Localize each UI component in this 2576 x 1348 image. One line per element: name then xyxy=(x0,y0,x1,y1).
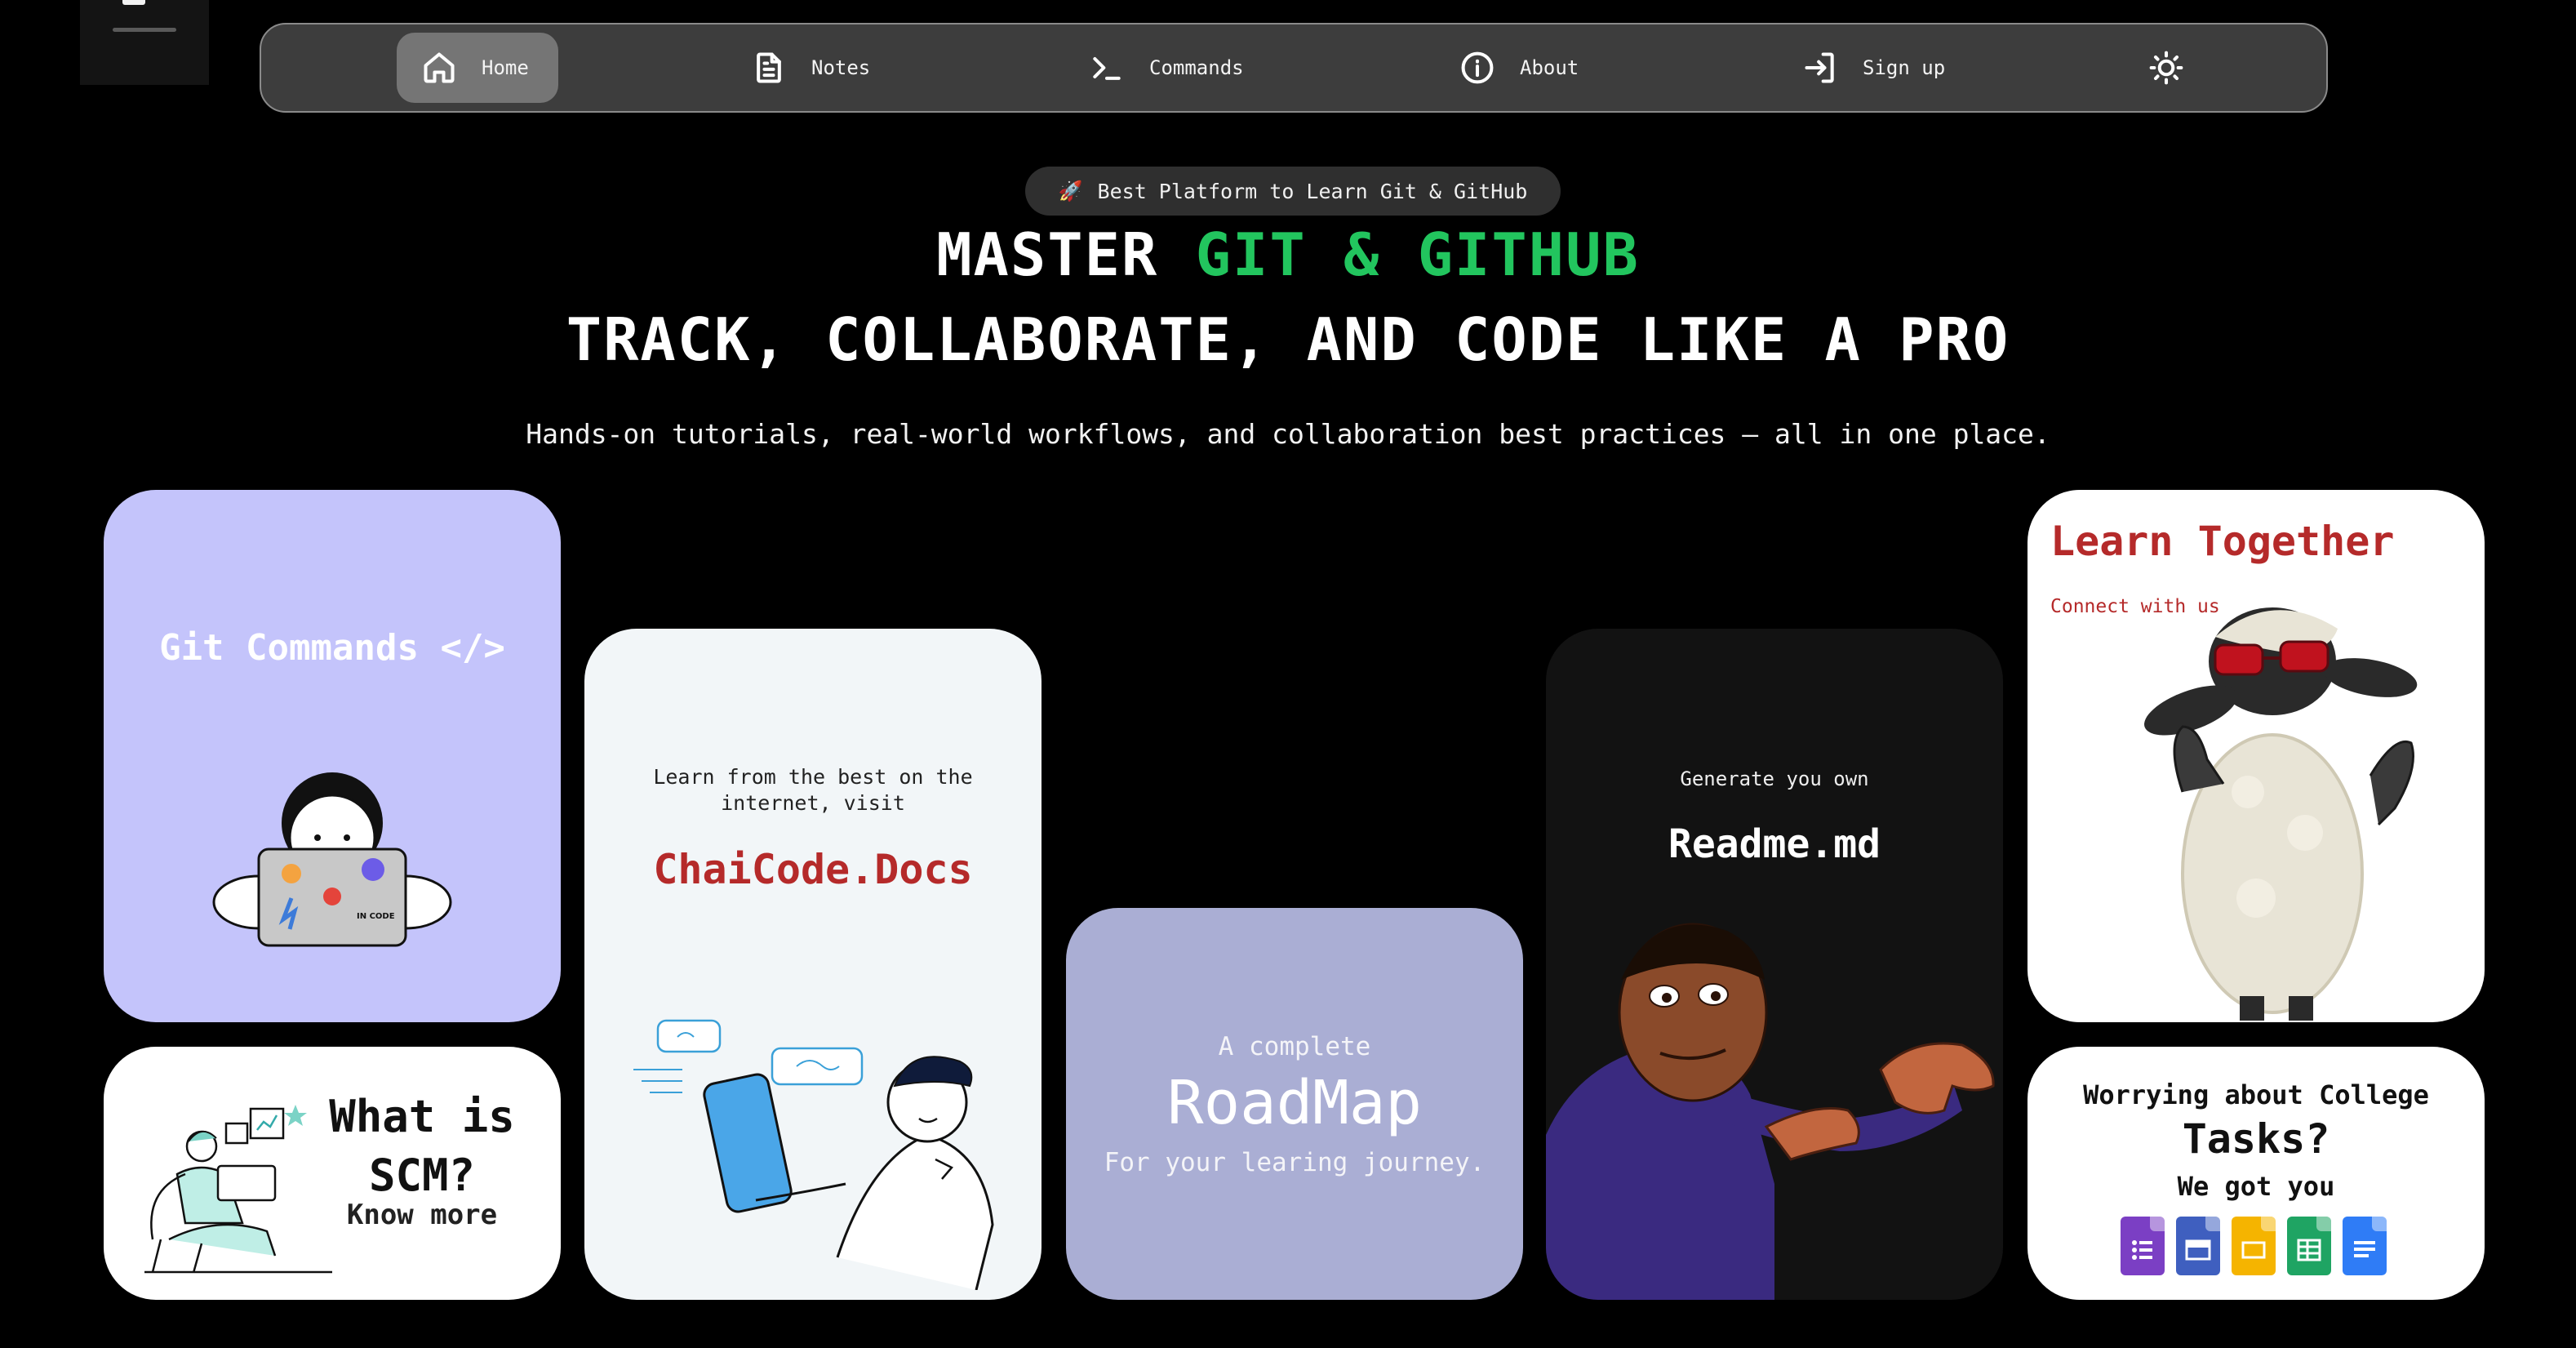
college-line2: Tasks? xyxy=(2182,1115,2330,1163)
document-icon xyxy=(757,52,781,83)
readme-lead: Generate you own xyxy=(1680,767,1869,790)
nav-commands[interactable]: Commands xyxy=(1089,24,1244,111)
college-line3: We got you xyxy=(2177,1171,2335,1202)
docs-lead-text: Learn from the best on the internet, vis… xyxy=(653,765,973,815)
sheep-mascot-illustration xyxy=(2144,607,2418,1021)
docs-brand: ChaiCode.Docs xyxy=(653,846,973,893)
hero-badge: 🚀 Best Platform to Learn Git & GitHub xyxy=(1025,167,1561,216)
nav-commands-label: Commands xyxy=(1149,56,1244,79)
nav-notes[interactable]: Notes xyxy=(751,24,870,111)
person-with-phone-illustration xyxy=(633,1019,994,1290)
terminal-icon xyxy=(1093,56,1121,80)
chaicode-docs-card[interactable]: Learn from the best on the internet, vis… xyxy=(584,629,1042,1300)
college-tasks-card[interactable]: Worrying about College Tasks? We got you xyxy=(2027,1047,2485,1300)
developer-laptop-illustration: IN CODE xyxy=(212,772,452,947)
scm-question-line2: SCM? xyxy=(368,1150,476,1201)
menu-bar-top xyxy=(122,0,145,5)
college-line1: Worrying about College xyxy=(2083,1079,2429,1110)
forms-icon xyxy=(2121,1217,2165,1275)
nav-notes-label: Notes xyxy=(811,56,871,79)
menu-bar-bottom xyxy=(113,28,176,32)
hero-badge-text: Best Platform to Learn Git & GitHub xyxy=(1097,179,1528,203)
theme-toggle[interactable] xyxy=(2148,24,2184,111)
sign-in-icon xyxy=(1805,52,1834,83)
roadmap-title: RoadMap xyxy=(1167,1068,1422,1138)
roadmap-intro: A complete xyxy=(1218,1032,1371,1061)
learn-together-card[interactable]: Learn Together Connect with us xyxy=(2027,490,2485,1022)
git-commands-card[interactable]: Git Commands </> IN CODE xyxy=(104,490,561,1022)
top-navbar: Home Notes Commands About Sign up xyxy=(260,23,2328,113)
docs-icon xyxy=(2343,1217,2387,1275)
scm-card[interactable]: What is SCM? Know more xyxy=(104,1047,561,1300)
rocket-icon: 🚀 xyxy=(1058,180,1083,202)
slides-icon xyxy=(2232,1217,2276,1275)
scm-know-more-link[interactable]: Know more xyxy=(300,1199,544,1231)
nav-home-label: Home xyxy=(482,56,529,79)
menu-toggle[interactable] xyxy=(80,0,209,85)
nav-sign-up-label: Sign up xyxy=(1863,56,1946,79)
svg-text:IN CODE: IN CODE xyxy=(357,912,395,921)
presenting-man-illustration xyxy=(1546,923,1995,1300)
scm-question-line1: What is xyxy=(329,1091,515,1142)
roadmap-tagline: For your learing journey. xyxy=(1104,1148,1486,1177)
readme-card[interactable]: Generate you own Readme.md xyxy=(1546,629,2003,1300)
nav-home[interactable]: Home xyxy=(397,33,558,103)
sun-icon xyxy=(2149,51,2183,85)
hero-subtitle: Hands-on tutorials, real-world workflows… xyxy=(526,418,2050,450)
hero-title-line1: MASTER GIT & GITHUB xyxy=(0,220,2576,289)
info-icon xyxy=(1461,51,1494,84)
hero-title-highlight: GIT & GITHUB xyxy=(1195,220,1640,289)
google-apps-row xyxy=(2121,1217,2387,1275)
nav-sign-up[interactable]: Sign up xyxy=(1802,24,1945,111)
readme-title: Readme.md xyxy=(1668,821,1881,867)
hero-title-prefix: MASTER xyxy=(936,220,1196,289)
git-commands-title: Git Commands </> xyxy=(159,627,505,669)
nav-about-label: About xyxy=(1520,56,1579,79)
roadmap-card[interactable]: A complete RoadMap For your learing jour… xyxy=(1066,908,1523,1300)
nav-about[interactable]: About xyxy=(1459,24,1579,111)
hero-title-line2: TRACK, COLLABORATE, AND CODE LIKE A PRO xyxy=(566,305,2010,374)
learn-together-title: Learn Together xyxy=(2050,518,2395,565)
slides-blue-icon xyxy=(2176,1217,2220,1275)
scm-question: What is SCM? xyxy=(300,1088,544,1205)
home-icon xyxy=(424,52,455,83)
sheets-icon xyxy=(2287,1217,2331,1275)
